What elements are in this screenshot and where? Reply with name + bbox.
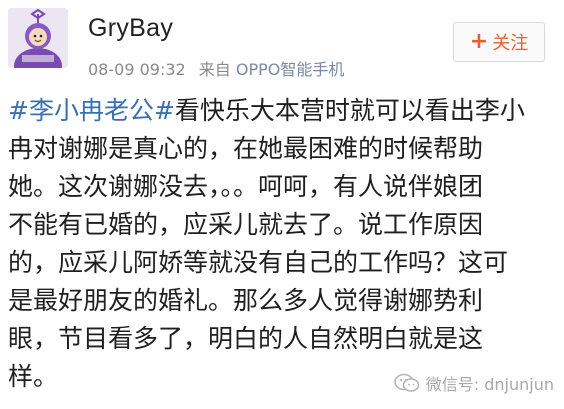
avatar[interactable] — [8, 8, 68, 68]
follow-label: 关注 — [492, 33, 529, 54]
post-line: 的，应采儿阿娇等就没有自己的工作吗？这可 — [8, 248, 509, 277]
plus-icon: + — [469, 29, 489, 54]
wechat-watermark: 微信号: dnjunjun — [393, 371, 554, 395]
watermark-text: 微信号: dnjunjun — [425, 375, 554, 394]
source-device[interactable]: OPPO智能手机 — [236, 60, 345, 79]
username[interactable]: GryBay — [88, 14, 173, 43]
post-meta: 08-09 09:32 来自 OPPO智能手机 — [88, 56, 344, 80]
post-line: 她。这次谢娜没去，。。呵呵，有人说伴娘团 — [8, 172, 484, 201]
source-prefix: 来自 — [198, 60, 231, 79]
wechat-icon — [393, 373, 420, 392]
post-time: 08-09 09:32 — [88, 60, 186, 79]
follow-button[interactable]: + 关注 — [453, 22, 545, 62]
post-line: 眼，节目看多了，明白的人自然明白就是这 — [8, 324, 484, 353]
post-line: 是最好朋友的婚礼。那么多人觉得谢娜势利 — [8, 286, 484, 315]
weibo-post-card: GryBay 08-09 09:32 来自 OPPO智能手机 + 关注 #李小冉… — [0, 0, 564, 409]
post-line: 不能有已婚的，应采儿就去了。说工作原因 — [8, 210, 484, 239]
post-body: #李小冉老公#看快乐大本营时就可以看出李小 冉对谢娜是真心的，在她最困难的时候帮… — [8, 92, 556, 396]
post-line: 冉对谢娜是真心的，在她最困难的时候帮助 — [8, 134, 484, 163]
topic-tag[interactable]: #李小冉老公# — [8, 96, 175, 125]
post-line: #李小冉老公#看快乐大本营时就可以看出李小 — [8, 92, 556, 130]
post-text: 看快乐大本营时就可以看出李小 — [174, 96, 525, 125]
teletubby-avatar-icon — [8, 8, 68, 68]
